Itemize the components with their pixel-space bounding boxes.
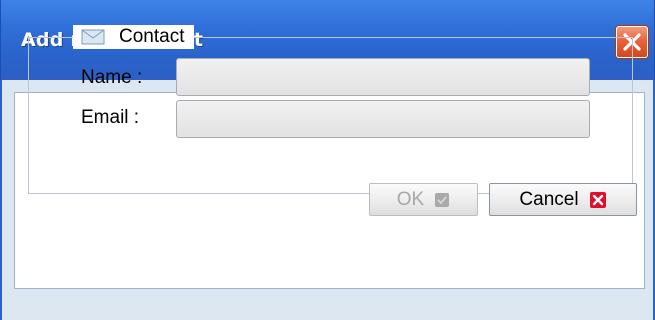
ok-button[interactable]: OK xyxy=(369,183,478,216)
email-label: Email : xyxy=(81,107,140,128)
cancel-x-icon xyxy=(589,191,606,208)
ok-button-label: OK xyxy=(396,188,425,210)
checkmark-icon xyxy=(435,192,450,207)
name-input[interactable] xyxy=(176,58,590,96)
add-contact-dialog: Add new contact Contact Name : Email : O… xyxy=(0,0,655,320)
fieldset-legend: Contact xyxy=(73,25,195,49)
cancel-button-label: Cancel xyxy=(519,188,579,210)
name-label: Name : xyxy=(81,67,143,88)
fieldset-legend-label: Contact xyxy=(119,26,185,47)
cancel-button[interactable]: Cancel xyxy=(489,183,637,216)
envelope-icon xyxy=(81,29,105,45)
email-input[interactable] xyxy=(176,100,590,138)
